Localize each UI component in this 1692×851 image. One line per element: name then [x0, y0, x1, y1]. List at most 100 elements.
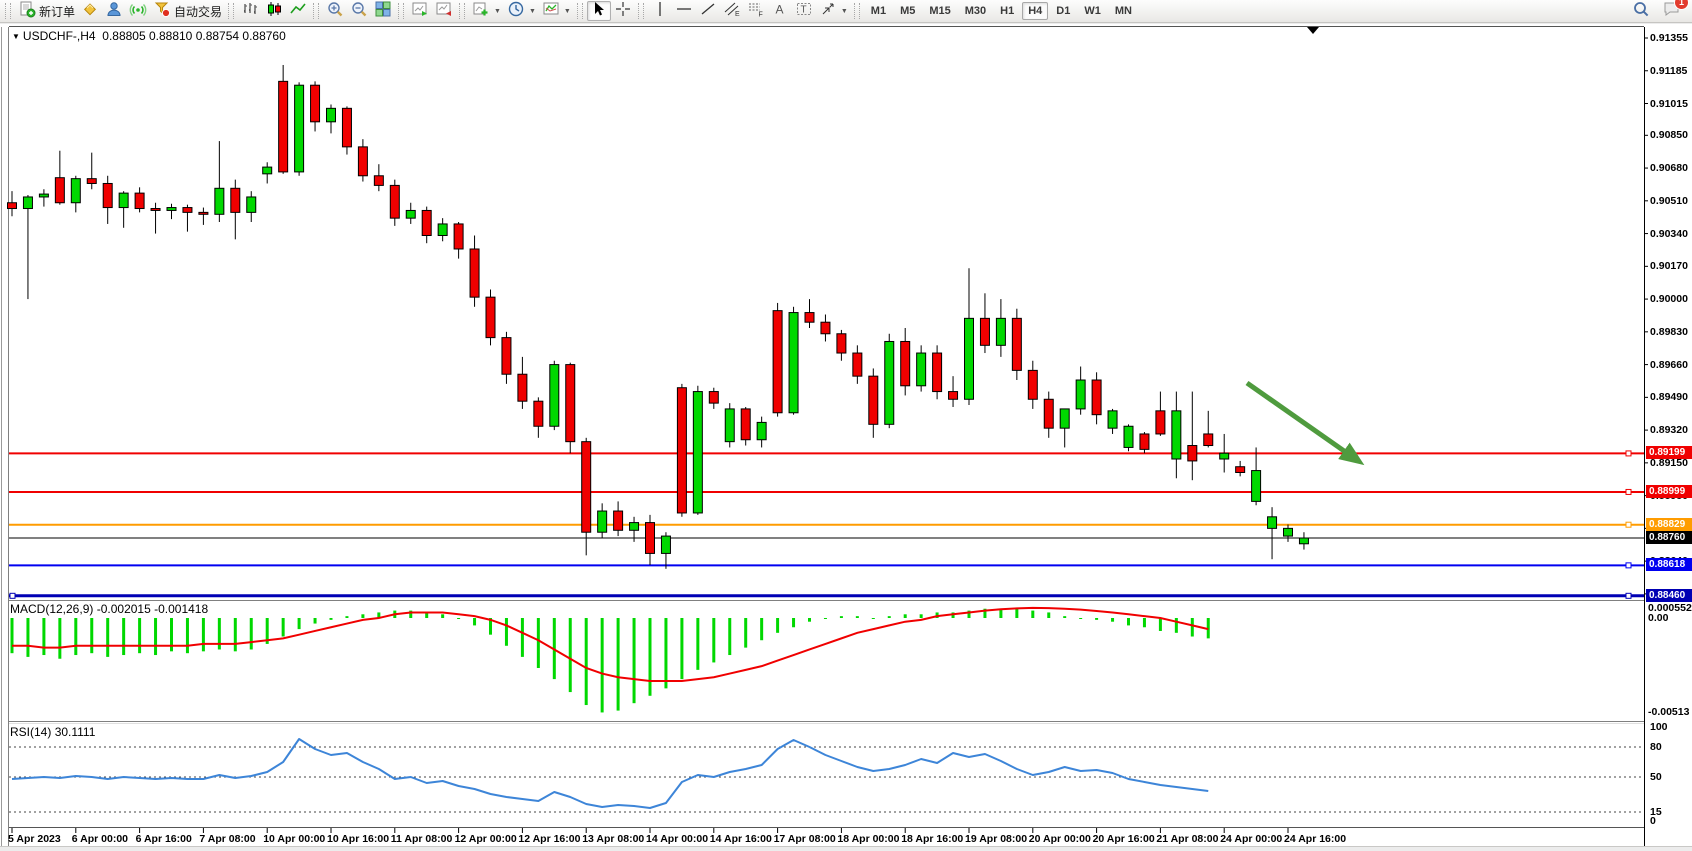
candlestick-chart-button[interactable] — [262, 1, 286, 21]
macd-histogram-bar — [26, 618, 29, 657]
candle-up — [1299, 538, 1308, 544]
macd-histogram-bar — [664, 618, 667, 688]
time-axis-label: 20 Apr 00:00 — [1029, 833, 1091, 845]
indicators-button[interactable]: ▼ — [469, 1, 504, 21]
arrows-icon — [819, 0, 837, 23]
time-axis-label: 24 Apr 00:00 — [1220, 833, 1282, 845]
auto-trading-label: 自动交易 — [174, 3, 222, 20]
fibonacci-button[interactable]: F — [744, 1, 768, 21]
timeframe-d1[interactable]: D1 — [1050, 2, 1076, 20]
price-tick-label: 0.91355 — [1650, 32, 1688, 44]
candle-up — [167, 208, 176, 211]
price-tick-label: 0.90850 — [1650, 129, 1688, 141]
candle-down — [87, 179, 96, 184]
templates-button[interactable]: ▼ — [539, 1, 574, 21]
timeframe-mn[interactable]: MN — [1109, 2, 1138, 20]
candle-down — [534, 401, 543, 426]
chart-dropdown-icon[interactable]: ▼ — [12, 32, 20, 41]
new-order-label: 新订单 — [39, 3, 75, 20]
candle-down — [1044, 399, 1053, 428]
trendline-button[interactable] — [696, 1, 720, 21]
price-line-handle[interactable] — [1626, 593, 1631, 598]
text-label-button[interactable]: T — [792, 1, 816, 21]
auto-trading-button[interactable]: 自动交易 — [150, 1, 225, 21]
macd-histogram-bar — [42, 618, 45, 655]
chevron-down-icon: ▼ — [529, 8, 536, 15]
auto-scroll-button[interactable] — [408, 1, 432, 21]
new-order-button[interactable]: 新订单 — [15, 1, 78, 21]
macd-histogram-bar — [106, 618, 109, 657]
timeframe-m30[interactable]: M30 — [959, 2, 992, 20]
svg-text:F: F — [758, 11, 762, 18]
macd-histogram-bar — [537, 618, 540, 668]
periods-button[interactable]: ▼ — [504, 1, 539, 21]
bar-chart-icon — [241, 0, 259, 23]
crosshair-button[interactable] — [611, 1, 635, 21]
svg-text:T: T — [800, 4, 806, 15]
community-button[interactable] — [102, 1, 126, 21]
timeframe-h1[interactable]: H1 — [994, 2, 1020, 20]
candle-up — [23, 197, 32, 209]
horizontal-line-icon — [675, 0, 693, 23]
candle-down — [614, 511, 623, 530]
timeframe-m5[interactable]: M5 — [894, 2, 921, 20]
candle-down — [949, 392, 958, 400]
macd-histogram-bar — [234, 618, 237, 651]
toolbar-right: 1 — [1632, 0, 1682, 23]
chart-shift-button[interactable] — [432, 1, 456, 21]
line-chart-button[interactable] — [286, 1, 310, 21]
timeframe-w1[interactable]: W1 — [1078, 2, 1107, 20]
equidistant-channel-button[interactable]: E — [720, 1, 744, 21]
price-line-handle[interactable] — [1626, 451, 1631, 456]
candle-down — [1204, 434, 1213, 446]
candle-down — [805, 313, 814, 323]
trend-arrow-annotation[interactable] — [1247, 383, 1357, 460]
candle-down — [358, 147, 367, 176]
time-axis-label: 24 Apr 16:00 — [1284, 833, 1346, 845]
arrows-button[interactable]: ▼ — [816, 1, 851, 21]
chart-canvas[interactable] — [0, 24, 1692, 851]
gold-button[interactable] — [78, 1, 102, 21]
candle-down — [342, 108, 351, 147]
zoom-out-button[interactable] — [347, 1, 371, 21]
macd-histogram-bar — [1175, 618, 1178, 633]
horizontal-line-button[interactable] — [672, 1, 696, 21]
macd-histogram-bar — [250, 618, 253, 649]
candle-up — [247, 197, 256, 212]
macd-histogram-bar — [473, 618, 476, 625]
zoom-out-icon — [350, 0, 368, 23]
macd-histogram-bar — [840, 616, 843, 618]
timeframe-m15[interactable]: M15 — [923, 2, 956, 20]
zoom-in-button[interactable] — [323, 1, 347, 21]
rsi-value: 30.1111 — [55, 725, 96, 739]
time-axis-label: 11 Apr 08:00 — [391, 833, 452, 845]
candle-down — [869, 376, 878, 424]
new-order-icon — [18, 0, 36, 23]
cursor-button[interactable] — [587, 1, 611, 21]
price-line-handle[interactable] — [1626, 522, 1631, 527]
vertical-line-button[interactable] — [648, 1, 672, 21]
search-icon[interactable] — [1632, 0, 1650, 23]
tile-windows-button[interactable] — [371, 1, 395, 21]
candle-up — [119, 193, 128, 207]
text-button[interactable]: A — [768, 1, 792, 21]
candle-down — [374, 176, 383, 186]
price-line-handle[interactable] — [1626, 563, 1631, 568]
time-axis-label: 12 Apr 00:00 — [455, 833, 517, 845]
time-axis-label: 18 Apr 00:00 — [837, 833, 899, 845]
time-axis-label: 5 Apr 2023 — [8, 833, 61, 845]
timeframe-h4[interactable]: H4 — [1022, 2, 1048, 20]
timeframe-m1[interactable]: M1 — [865, 2, 892, 20]
candle-down — [741, 409, 750, 440]
price-line-handle[interactable] — [10, 593, 15, 598]
macd-values: -0.002015 -0.001418 — [97, 602, 208, 616]
candle-up — [1220, 453, 1229, 459]
chat-button[interactable]: 1 — [1662, 0, 1682, 23]
time-axis-label: 10 Apr 16:00 — [327, 833, 389, 845]
candle-down — [1012, 318, 1021, 370]
signals-button[interactable] — [126, 1, 150, 21]
chevron-down-icon: ▼ — [494, 8, 501, 15]
bar-chart-button[interactable] — [238, 1, 262, 21]
chart-shift-marker[interactable] — [1307, 27, 1319, 34]
price-line-handle[interactable] — [1626, 489, 1631, 494]
